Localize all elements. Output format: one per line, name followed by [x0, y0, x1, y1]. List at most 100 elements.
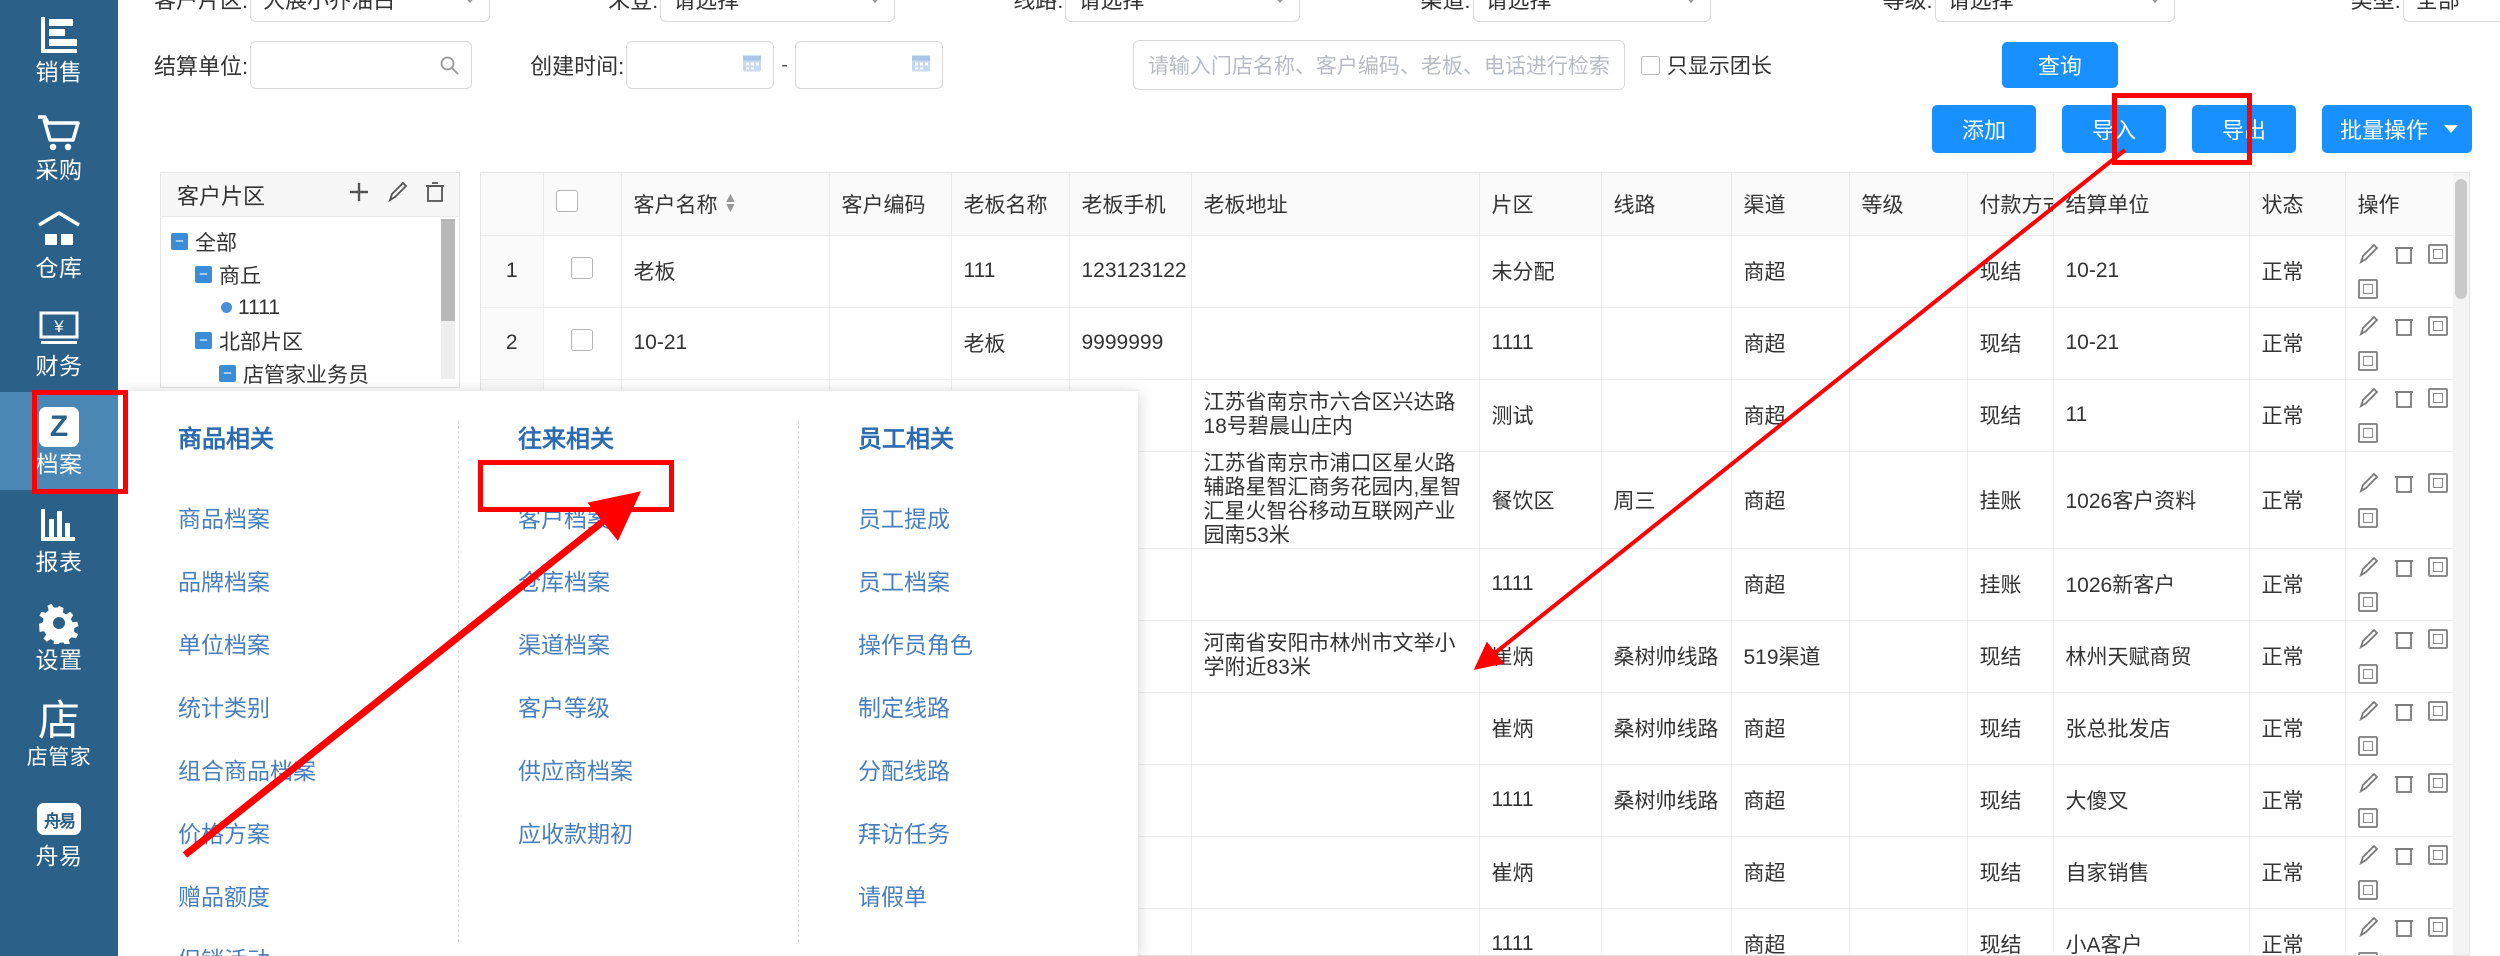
menu-item-operator-role[interactable]: 操作员角色	[858, 614, 1138, 677]
filter-select-level[interactable]: 请选择	[1934, 0, 2175, 22]
table-row[interactable]: 2 10-21 老板 9999999 1111 商超 现结 10-21 正常	[481, 307, 2469, 380]
group-icon[interactable]	[2357, 736, 2378, 756]
copy-icon[interactable]	[2427, 557, 2448, 577]
cell-row-checkbox[interactable]	[543, 307, 622, 380]
checkbox-icon[interactable]	[555, 189, 578, 212]
menu-item-combo-product[interactable]: 组合商品档案	[178, 740, 458, 803]
group-icon[interactable]	[2357, 279, 2378, 299]
settle-unit-input[interactable]	[250, 41, 473, 89]
edit-pencil-icon[interactable]	[2358, 844, 2380, 866]
tree-toggle-icon[interactable]: −	[195, 332, 212, 349]
sidebar-item-store-manager[interactable]: 店 店管家	[0, 686, 118, 784]
copy-icon[interactable]	[2427, 472, 2448, 493]
table-vertical-scrollbar[interactable]	[2453, 173, 2469, 955]
delete-trash-icon[interactable]	[2394, 844, 2414, 866]
checkbox-icon[interactable]	[571, 257, 593, 279]
filter-select-channel[interactable]: 请选择	[1472, 0, 1711, 22]
menu-item-product-archive[interactable]: 商品档案	[178, 488, 458, 551]
export-button[interactable]: 导出	[2191, 105, 2296, 153]
menu-item-employee-archive[interactable]: 员工档案	[858, 551, 1138, 614]
delete-trash-icon[interactable]	[2394, 387, 2414, 409]
sort-icon[interactable]: ▲ ▼	[724, 190, 738, 214]
sidebar-item-warehouse[interactable]: 仓库	[0, 196, 118, 294]
menu-item-receivable-open[interactable]: 应收款期初	[518, 803, 798, 866]
batch-operation-button[interactable]: 批量操作	[2321, 105, 2472, 153]
import-button[interactable]: 导入	[2061, 105, 2166, 153]
menu-item-gift-quota[interactable]: 赠品额度	[178, 866, 458, 929]
edit-icon[interactable]	[387, 181, 409, 208]
menu-item-supplier-archive[interactable]: 供应商档案	[518, 740, 798, 803]
tree-node[interactable]: − 店管家业务员	[171, 357, 459, 387]
delete-icon[interactable]	[425, 181, 445, 208]
delete-trash-icon[interactable]	[2394, 700, 2414, 722]
date-from-input[interactable]	[626, 41, 775, 89]
copy-icon[interactable]	[2427, 244, 2448, 264]
edit-pencil-icon[interactable]	[2358, 772, 2380, 794]
delete-trash-icon[interactable]	[2394, 772, 2414, 794]
edit-pencil-icon[interactable]	[2358, 387, 2380, 409]
add-button[interactable]: 添加	[1931, 105, 2036, 153]
group-icon[interactable]	[2357, 952, 2378, 955]
menu-item-employee-commission[interactable]: 员工提成	[858, 488, 1138, 551]
search-input[interactable]: 请输入门店名称、客户编码、老板、电话进行检索	[1132, 40, 1625, 90]
sidebar-item-finance[interactable]: ¥ 财务	[0, 294, 118, 392]
checkbox-icon[interactable]	[571, 329, 593, 351]
edit-pencil-icon[interactable]	[2358, 700, 2380, 722]
filter-select-type[interactable]: 全部	[2402, 0, 2500, 22]
add-icon[interactable]	[347, 180, 371, 209]
copy-icon[interactable]	[2427, 701, 2448, 721]
edit-pencil-icon[interactable]	[2358, 243, 2380, 265]
th-customer-name[interactable]: 客户名称 ▲ ▼	[621, 173, 830, 236]
copy-icon[interactable]	[2427, 845, 2448, 865]
tree-node[interactable]: − 全部	[171, 225, 459, 258]
sidebar-item-purchase[interactable]: 采购	[0, 98, 118, 196]
menu-item-assign-route[interactable]: 分配线路	[858, 740, 1138, 803]
group-icon[interactable]	[2357, 423, 2378, 443]
delete-trash-icon[interactable]	[2394, 628, 2414, 650]
table-row[interactable]: 1 老板 111 123123122 未分配 商超 现结 10-21 正常	[481, 235, 2469, 308]
tree-toggle-icon[interactable]: −	[219, 365, 236, 382]
menu-item-channel-archive[interactable]: 渠道档案	[518, 614, 798, 677]
delete-trash-icon[interactable]	[2394, 916, 2414, 938]
cell-row-checkbox[interactable]	[543, 235, 622, 308]
tree-toggle-icon[interactable]: −	[171, 233, 188, 250]
delete-trash-icon[interactable]	[2394, 243, 2414, 265]
menu-item-leave-request[interactable]: 请假单	[858, 866, 1138, 929]
edit-pencil-icon[interactable]	[2358, 628, 2380, 650]
menu-item-customer-archive[interactable]: 客户档案	[518, 488, 798, 551]
tree-node[interactable]: 1111	[171, 291, 459, 324]
edit-pencil-icon[interactable]	[2358, 315, 2380, 337]
copy-icon[interactable]	[2427, 629, 2448, 649]
group-icon[interactable]	[2357, 507, 2378, 528]
copy-icon[interactable]	[2427, 917, 2448, 937]
filter-select-unregistered[interactable]: 请选择	[660, 0, 896, 22]
menu-item-customer-level[interactable]: 客户等级	[518, 677, 798, 740]
sidebar-item-zhouyi[interactable]: 舟易 舟易	[0, 784, 118, 882]
copy-icon[interactable]	[2427, 316, 2448, 336]
sidebar-item-report[interactable]: 报表	[0, 490, 118, 588]
delete-trash-icon[interactable]	[2394, 472, 2414, 494]
group-icon[interactable]	[2357, 592, 2378, 612]
date-to-input[interactable]	[794, 41, 943, 89]
menu-item-statistics-category[interactable]: 统计类别	[178, 677, 458, 740]
tree-node[interactable]: − 商丘	[171, 258, 459, 291]
query-button[interactable]: 查询	[2001, 42, 2118, 88]
tree-scrollbar[interactable]	[441, 219, 455, 379]
filter-select-route[interactable]: 请选择	[1065, 0, 1301, 22]
tree-node[interactable]: − 北部片区	[171, 324, 459, 357]
sidebar-collapse-caret-icon[interactable]	[118, 432, 136, 476]
sidebar-item-settings[interactable]: 设置	[0, 588, 118, 686]
menu-item-price-plan[interactable]: 价格方案	[178, 803, 458, 866]
group-icon[interactable]	[2357, 880, 2378, 900]
copy-icon[interactable]	[2427, 388, 2448, 408]
menu-item-brand-archive[interactable]: 品牌档案	[178, 551, 458, 614]
menu-item-visit-task[interactable]: 拜访任务	[858, 803, 1138, 866]
edit-pencil-icon[interactable]	[2358, 916, 2380, 938]
delete-trash-icon[interactable]	[2394, 556, 2414, 578]
edit-pencil-icon[interactable]	[2358, 472, 2380, 494]
only-leader-checkbox[interactable]: 只显示团长	[1640, 50, 1772, 80]
delete-trash-icon[interactable]	[2394, 315, 2414, 337]
tree-toggle-icon[interactable]: −	[195, 266, 212, 283]
filter-select-area[interactable]: 大展小乔油白	[250, 0, 491, 22]
group-icon[interactable]	[2357, 351, 2378, 371]
